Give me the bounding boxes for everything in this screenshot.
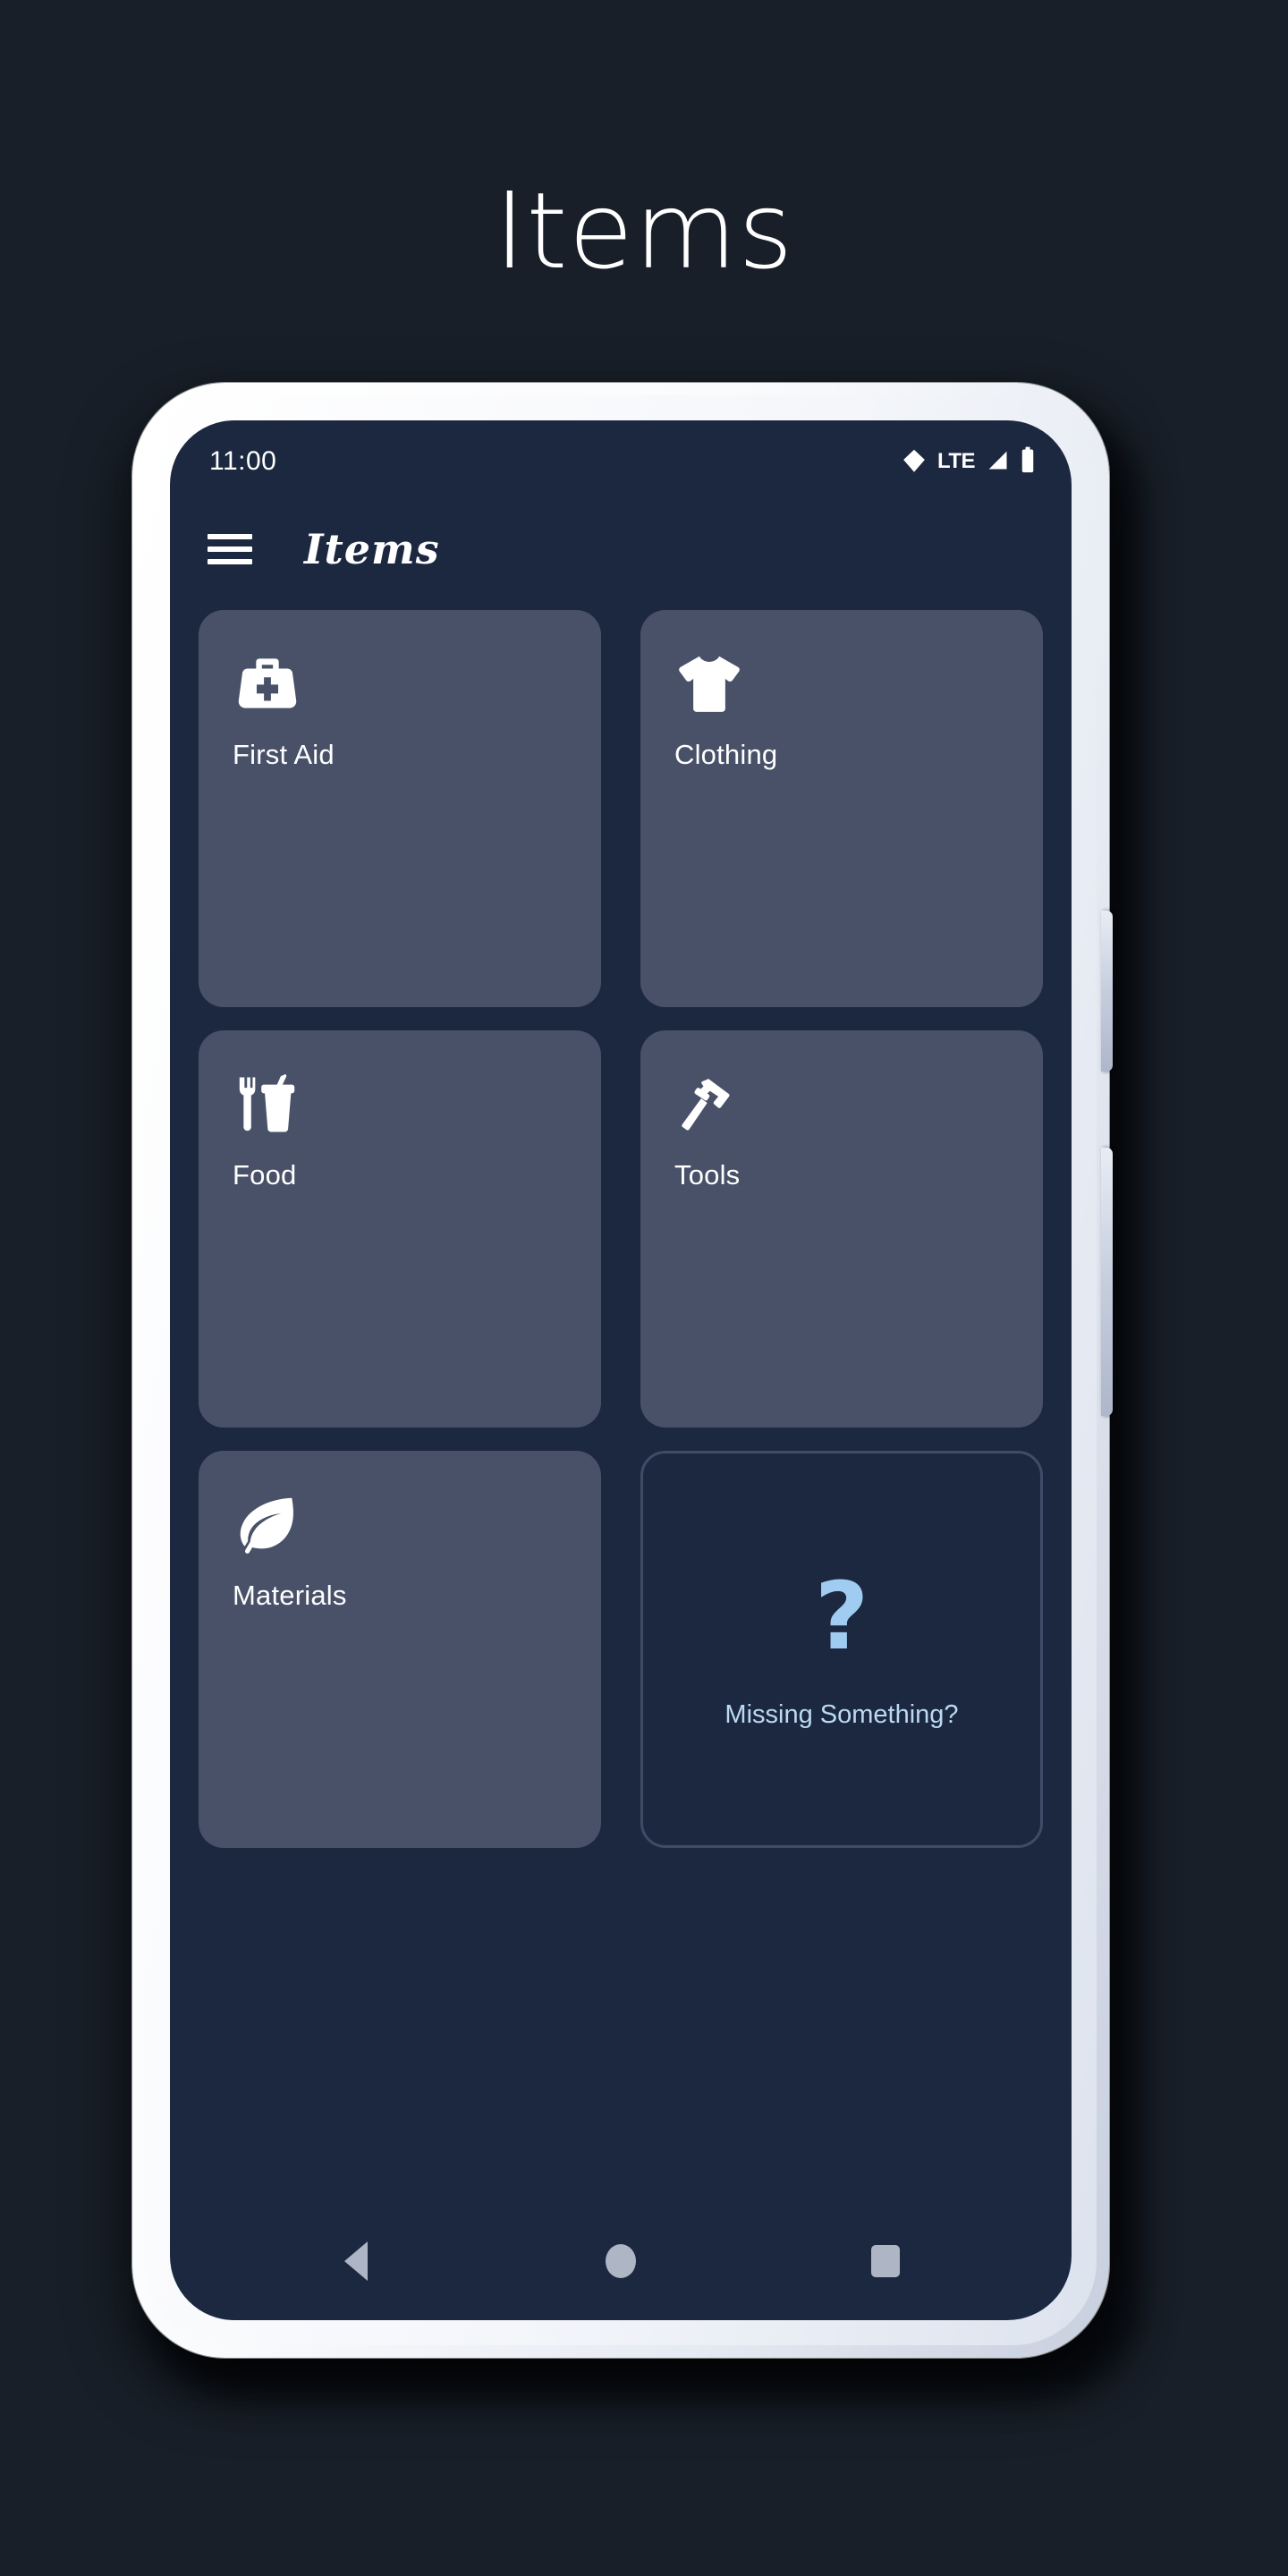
category-card-label: Clothing xyxy=(674,739,778,770)
missing-something-card[interactable]: ? Missing Something? xyxy=(640,1451,1043,1848)
category-card-materials[interactable]: Materials xyxy=(199,1451,601,1848)
hamburger-line xyxy=(208,547,252,552)
category-card-tools[interactable]: Tools xyxy=(640,1030,1043,1428)
lte-indicator: LTE xyxy=(936,449,976,473)
phone-device: 11:00 LTE Items First Aid Clothing Food … xyxy=(132,383,1152,2402)
category-card-label: Materials xyxy=(233,1580,347,1611)
t-shirt-icon xyxy=(674,649,744,719)
question-mark-icon: ? xyxy=(814,1561,869,1671)
category-card-label: Food xyxy=(233,1159,297,1191)
category-card-label: First Aid xyxy=(233,739,335,770)
hamburger-line xyxy=(208,534,252,539)
medical-bag-icon xyxy=(233,649,302,719)
hammer-icon xyxy=(674,1070,744,1140)
category-card-food[interactable]: Food xyxy=(199,1030,601,1428)
status-icons: LTE xyxy=(901,446,1036,478)
category-card-clothing[interactable]: Clothing xyxy=(640,610,1043,1007)
app-bar: Items xyxy=(170,506,1072,592)
status-time: 11:00 xyxy=(209,446,277,476)
category-card-first-aid[interactable]: First Aid xyxy=(199,610,601,1007)
power-button[interactable] xyxy=(1101,1148,1113,1416)
leaf-icon xyxy=(233,1490,302,1560)
triangle-left-icon xyxy=(344,2241,368,2281)
app-bar-title: Items xyxy=(304,525,440,573)
wifi-icon xyxy=(901,446,928,478)
home-button[interactable] xyxy=(580,2221,661,2301)
android-nav-bar xyxy=(170,2202,1072,2320)
volume-rocker-button[interactable] xyxy=(1101,911,1113,1072)
hamburger-line xyxy=(208,559,252,564)
circle-icon xyxy=(606,2244,636,2278)
category-card-label: Tools xyxy=(674,1159,741,1191)
battery-icon xyxy=(1020,446,1036,478)
page-title: Items xyxy=(494,169,794,292)
status-bar: 11:00 LTE xyxy=(170,420,1072,503)
back-button[interactable] xyxy=(316,2221,396,2301)
hamburger-menu-icon[interactable] xyxy=(208,534,252,564)
category-grid: First Aid Clothing Food Tools Materials … xyxy=(199,610,1043,1848)
square-icon xyxy=(871,2245,900,2277)
recents-button[interactable] xyxy=(845,2221,926,2301)
fastfood-icon xyxy=(233,1070,302,1140)
cellular-signal-icon xyxy=(985,447,1010,477)
missing-something-label: Missing Something? xyxy=(724,1699,959,1729)
phone-screen: 11:00 LTE Items First Aid Clothing Food … xyxy=(170,420,1072,2320)
